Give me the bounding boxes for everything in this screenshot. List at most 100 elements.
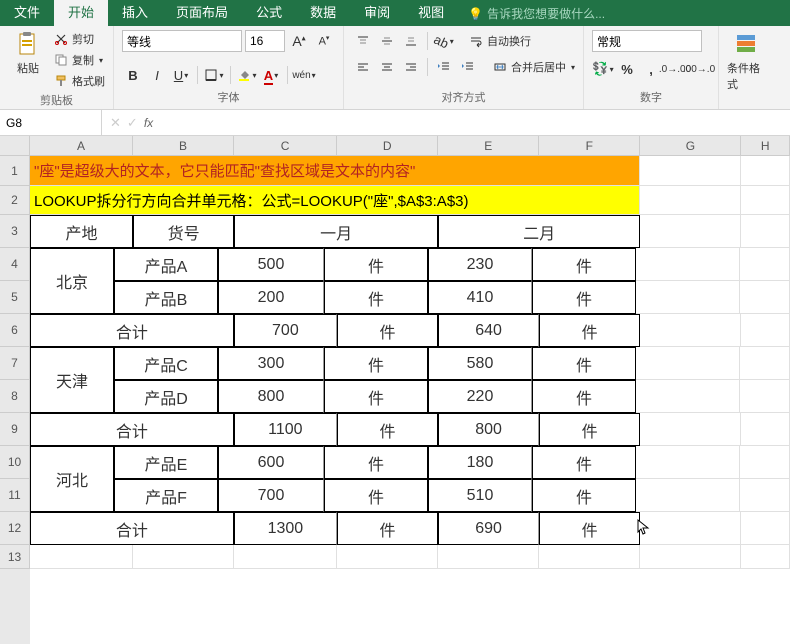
cell[interactable]: 300 bbox=[218, 347, 324, 380]
row-header[interactable]: 4 bbox=[0, 248, 30, 281]
cell[interactable] bbox=[133, 545, 234, 569]
cell[interactable]: LOOKUP拆分行方向合并单元格：公式=LOOKUP("座",$A$3:A$3) bbox=[30, 186, 640, 215]
italic-button[interactable]: I bbox=[146, 64, 168, 86]
cell[interactable] bbox=[741, 186, 790, 215]
row-header[interactable]: 3 bbox=[0, 215, 30, 248]
cell[interactable]: 件 bbox=[324, 380, 428, 413]
cell[interactable]: 510 bbox=[428, 479, 532, 512]
cell[interactable]: 件 bbox=[324, 281, 428, 314]
align-top-button[interactable] bbox=[352, 30, 374, 52]
cell[interactable] bbox=[740, 479, 790, 512]
tab-home[interactable]: 开始 bbox=[54, 0, 108, 26]
tab-file[interactable]: 文件 bbox=[0, 0, 54, 26]
cell[interactable]: 件 bbox=[539, 314, 640, 347]
cell[interactable]: 河北 bbox=[30, 446, 114, 512]
cell[interactable] bbox=[741, 512, 790, 545]
cell[interactable] bbox=[640, 156, 741, 186]
cell[interactable]: 产品F bbox=[114, 479, 218, 512]
conditional-format-button[interactable]: 条件格式 bbox=[727, 30, 767, 92]
cell[interactable]: 件 bbox=[337, 413, 438, 446]
cell[interactable]: 410 bbox=[428, 281, 532, 314]
cell[interactable]: 件 bbox=[532, 281, 636, 314]
fx-icon[interactable]: fx bbox=[144, 116, 153, 130]
cell[interactable] bbox=[741, 413, 790, 446]
name-box[interactable] bbox=[0, 110, 102, 135]
increase-font-button[interactable]: A▴ bbox=[288, 30, 310, 52]
cell[interactable] bbox=[636, 380, 740, 413]
cell[interactable]: 700 bbox=[234, 314, 337, 347]
cell[interactable]: 件 bbox=[324, 347, 428, 380]
row-header[interactable]: 2 bbox=[0, 186, 30, 215]
cell[interactable] bbox=[640, 413, 741, 446]
row-header[interactable]: 7 bbox=[0, 347, 30, 380]
align-bottom-button[interactable] bbox=[400, 30, 422, 52]
cell[interactable]: 货号 bbox=[133, 215, 234, 248]
cell[interactable] bbox=[636, 479, 740, 512]
row-header[interactable]: 12 bbox=[0, 512, 30, 545]
cell[interactable]: 产品D bbox=[114, 380, 218, 413]
cell[interactable] bbox=[30, 545, 133, 569]
row-header[interactable]: 1 bbox=[0, 156, 30, 186]
tell-me[interactable]: 💡告诉我您想要做什么... bbox=[458, 5, 605, 22]
cell[interactable] bbox=[740, 281, 790, 314]
cell[interactable] bbox=[740, 446, 790, 479]
cell[interactable]: 件 bbox=[324, 446, 428, 479]
col-header[interactable]: G bbox=[640, 136, 741, 156]
decrease-indent-button[interactable] bbox=[433, 56, 455, 78]
col-header[interactable]: A bbox=[30, 136, 133, 156]
tab-view[interactable]: 视图 bbox=[404, 0, 458, 26]
cell[interactable]: 600 bbox=[218, 446, 324, 479]
orientation-button[interactable]: ab▾ bbox=[433, 30, 455, 52]
cell[interactable]: 产地 bbox=[30, 215, 133, 248]
cell[interactable] bbox=[740, 347, 790, 380]
col-header[interactable]: D bbox=[337, 136, 438, 156]
col-header[interactable]: E bbox=[438, 136, 539, 156]
font-size-select[interactable] bbox=[245, 30, 285, 52]
cell[interactable]: 合计 bbox=[30, 413, 234, 446]
border-button[interactable]: ▾ bbox=[203, 64, 225, 86]
cell[interactable]: 合计 bbox=[30, 314, 234, 347]
cell[interactable] bbox=[741, 215, 790, 248]
cell[interactable]: 产品C bbox=[114, 347, 218, 380]
cell[interactable] bbox=[438, 545, 539, 569]
cell[interactable]: 北京 bbox=[30, 248, 114, 314]
format-painter-button[interactable]: 格式刷 bbox=[54, 72, 105, 90]
cell[interactable]: 件 bbox=[539, 512, 640, 545]
underline-button[interactable]: U▾ bbox=[170, 64, 192, 86]
cell[interactable]: 产品B bbox=[114, 281, 218, 314]
cell[interactable]: 天津 bbox=[30, 347, 114, 413]
row-header[interactable]: 8 bbox=[0, 380, 30, 413]
cell[interactable]: 200 bbox=[218, 281, 324, 314]
tab-data[interactable]: 数据 bbox=[296, 0, 350, 26]
cell[interactable] bbox=[636, 248, 740, 281]
col-header[interactable]: C bbox=[234, 136, 337, 156]
cell[interactable] bbox=[234, 545, 337, 569]
tab-review[interactable]: 审阅 bbox=[350, 0, 404, 26]
cell[interactable] bbox=[640, 215, 741, 248]
cell[interactable]: 800 bbox=[438, 413, 539, 446]
tab-insert[interactable]: 插入 bbox=[108, 0, 162, 26]
tab-formulas[interactable]: 公式 bbox=[242, 0, 296, 26]
col-header[interactable]: F bbox=[539, 136, 640, 156]
cell[interactable] bbox=[741, 545, 790, 569]
formula-bar[interactable] bbox=[161, 110, 790, 135]
cell[interactable] bbox=[539, 545, 640, 569]
cell[interactable] bbox=[636, 281, 740, 314]
row-header[interactable]: 11 bbox=[0, 479, 30, 512]
cell[interactable]: 合计 bbox=[30, 512, 234, 545]
cell[interactable]: 件 bbox=[532, 380, 636, 413]
row-header[interactable]: 5 bbox=[0, 281, 30, 314]
cell[interactable]: 产品A bbox=[114, 248, 218, 281]
cell[interactable]: 180 bbox=[428, 446, 532, 479]
cell[interactable] bbox=[741, 314, 790, 347]
cell[interactable]: 1300 bbox=[234, 512, 337, 545]
cell[interactable] bbox=[640, 314, 741, 347]
cell[interactable] bbox=[640, 512, 741, 545]
cell[interactable]: 690 bbox=[438, 512, 539, 545]
cell[interactable]: "座"是超级大的文本，它只能匹配"查找区域是文本的内容" bbox=[30, 156, 640, 186]
fill-color-button[interactable]: ▾ bbox=[236, 64, 258, 86]
cell[interactable]: 件 bbox=[532, 479, 636, 512]
row-header[interactable]: 9 bbox=[0, 413, 30, 446]
font-name-select[interactable] bbox=[122, 30, 242, 52]
decrease-decimal-button[interactable]: .00→.0 bbox=[688, 58, 710, 80]
